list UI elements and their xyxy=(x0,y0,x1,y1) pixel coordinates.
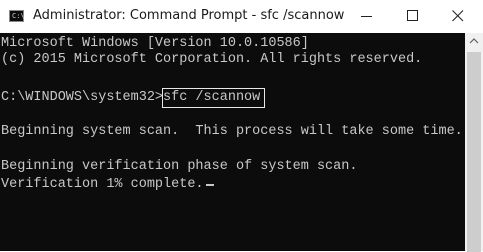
copyright-line: (c) 2015 Microsoft Corporation. All righ… xyxy=(1,52,423,67)
prompt-line: C:\WINDOWS\system32> sfc /scannow xyxy=(1,88,266,108)
chevron-up-icon xyxy=(469,38,479,44)
verification-progress-text: Verification 1% complete. xyxy=(1,177,204,192)
close-icon xyxy=(452,10,464,22)
console-output[interactable]: Microsoft Windows [Version 10.0.10586] (… xyxy=(0,33,465,251)
verification-phase-line: Beginning verification phase of system s… xyxy=(1,159,358,174)
scan-start-line: Beginning system scan. This process will… xyxy=(1,124,463,139)
minimize-button[interactable] xyxy=(346,0,390,33)
prompt-path: C:\WINDOWS\system32> xyxy=(1,90,164,105)
command-text[interactable]: sfc /scannow xyxy=(162,88,266,108)
close-button[interactable] xyxy=(437,0,481,33)
vertical-scrollbar[interactable] xyxy=(465,33,483,252)
version-line: Microsoft Windows [Version 10.0.10586] xyxy=(1,36,309,51)
title-bar[interactable]: C:\ Administrator: Command Prompt - sfc … xyxy=(0,0,483,33)
text-cursor xyxy=(205,184,214,186)
maximize-button[interactable] xyxy=(392,0,436,33)
verification-progress-line: Verification 1% complete. xyxy=(1,177,214,193)
command-prompt-icon[interactable]: C:\ xyxy=(9,10,25,22)
minimize-icon xyxy=(361,16,372,17)
scrollbar-thumb[interactable] xyxy=(467,52,481,252)
window-title: Administrator: Command Prompt - sfc /sca… xyxy=(33,8,345,23)
command-prompt-window: C:\ Administrator: Command Prompt - sfc … xyxy=(0,0,483,252)
maximize-icon xyxy=(407,10,418,21)
app-icon-text: C:\ xyxy=(12,12,25,20)
scroll-up-button[interactable] xyxy=(465,33,483,50)
